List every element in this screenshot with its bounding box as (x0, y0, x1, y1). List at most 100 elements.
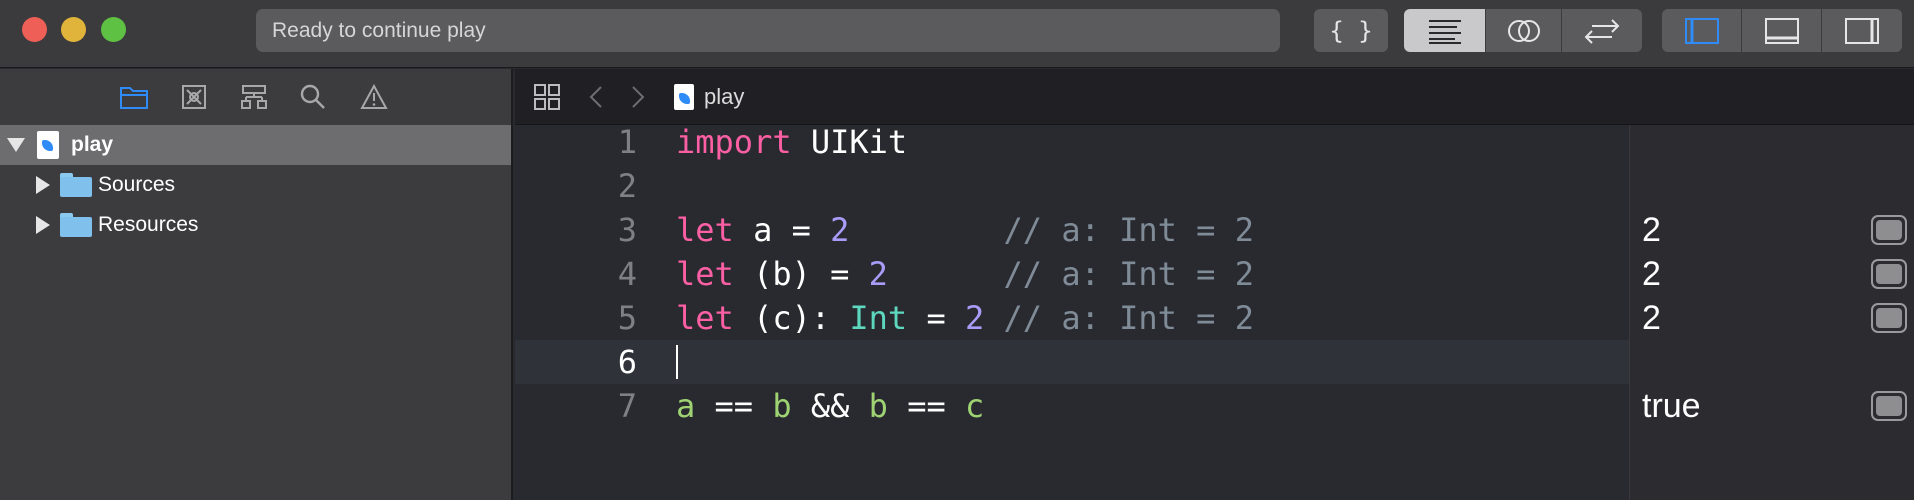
debug-area-toggle-button[interactable] (1742, 9, 1822, 52)
line-number: 2 (617, 167, 637, 205)
chevron-right-icon (632, 85, 645, 108)
jump-bar-title: play (704, 83, 745, 109)
code-token-num: 2 (830, 211, 850, 249)
minimize-window-button[interactable] (61, 17, 86, 42)
disclosure-collapsed-icon[interactable] (36, 176, 50, 194)
code-text: import UIKit (676, 120, 907, 164)
tree-item-resources[interactable]: Resources (0, 205, 511, 245)
code-token-num: 2 (868, 255, 888, 293)
tree-item-label: Resources (98, 213, 199, 236)
tree-item-label: Sources (98, 173, 176, 196)
result-value: 2 (1642, 299, 1661, 337)
tree-item-sources[interactable]: Sources (0, 165, 511, 205)
activity-status-bar: Ready to continue play (256, 9, 1280, 52)
quick-look-button[interactable] (1871, 259, 1907, 289)
version-editor-icon (1584, 18, 1620, 44)
jump-bar-file[interactable]: play (674, 83, 745, 110)
tab-issue-navigator[interactable] (358, 81, 390, 113)
result-value: 2 (1642, 211, 1661, 249)
code-token-var: b (772, 387, 792, 425)
assistant-editor-icon (1507, 19, 1540, 42)
find-navigator-icon (300, 84, 325, 109)
line-number: 7 (617, 387, 637, 425)
folder-icon (60, 173, 92, 197)
debug-area-toggle-icon (1764, 17, 1799, 44)
code-line[interactable]: 4 let (b) = 2 // a: Int = 2 (515, 252, 1629, 296)
code-token-plain: UIKit (791, 123, 908, 161)
version-editor-button[interactable] (1562, 9, 1642, 52)
xcode-window: Ready to continue play { } play Sources … (0, 0, 1914, 500)
zoom-window-button[interactable] (101, 17, 126, 42)
tab-source-control[interactable] (178, 81, 210, 113)
quick-look-button[interactable] (1871, 303, 1907, 333)
code-token-kw: let (676, 255, 734, 293)
related-items-button[interactable] (532, 82, 562, 112)
chevron-left-icon (589, 85, 602, 108)
inspector-toggle-icon (1845, 17, 1879, 44)
result-row: 2 (1630, 296, 1914, 340)
tab-find-navigator[interactable] (297, 81, 329, 113)
tab-symbol-navigator[interactable] (238, 81, 270, 113)
code-line[interactable]: 6 (515, 340, 1629, 384)
code-line[interactable]: 5 let (c): Int = 2 // a: Int = 2 (515, 296, 1629, 340)
standard-editor-button[interactable] (1404, 9, 1486, 52)
tab-project-navigator[interactable] (118, 81, 150, 113)
line-number: 3 (617, 211, 637, 249)
code-text: a == b && b == c (676, 384, 984, 428)
quick-look-icon (1876, 264, 1902, 284)
folder-icon (60, 213, 92, 237)
editor-mode-group (1404, 9, 1642, 52)
library-button[interactable]: { } (1314, 9, 1388, 52)
navigator-toggle-button[interactable] (1662, 9, 1742, 52)
code-line[interactable]: 1 import UIKit (515, 120, 1629, 164)
code-token-type: Int (849, 299, 908, 337)
text-cursor (676, 345, 678, 379)
code-token-var: c (964, 387, 985, 425)
issue-navigator-icon (360, 84, 388, 109)
code-line[interactable]: 3 let a = 2 // a: Int = 2 (515, 208, 1629, 252)
quick-look-button[interactable] (1871, 391, 1907, 421)
disclosure-expanded-icon[interactable] (7, 138, 25, 152)
code-line[interactable]: 7 a == b && b == c (515, 384, 1629, 428)
code-token-plain: && (791, 387, 869, 425)
quick-look-icon (1876, 396, 1902, 416)
code-text: let a = 2 // a: Int = 2 (676, 208, 1254, 252)
project-navigator-icon (120, 87, 148, 109)
code-token-plain: == (887, 387, 965, 425)
panel-toggle-group (1662, 9, 1902, 52)
tree-item-label: play (71, 133, 114, 156)
close-window-button[interactable] (22, 17, 47, 42)
library-braces-icon: { } (1329, 16, 1373, 45)
swift-playground-file-icon (37, 131, 59, 159)
code-token-num: 2 (964, 299, 985, 337)
code-line[interactable]: 2 (515, 164, 1629, 208)
disclosure-collapsed-icon[interactable] (36, 216, 50, 234)
quick-look-button[interactable] (1871, 215, 1907, 245)
code-token-var: a (676, 387, 696, 425)
code-text: let (c): Int = 2 // a: Int = 2 (676, 296, 1254, 340)
inspector-toggle-button[interactable] (1822, 9, 1902, 52)
code-token-kw: let (676, 299, 734, 337)
source-control-icon (182, 85, 206, 109)
result-value: true (1642, 387, 1701, 425)
forward-button[interactable] (628, 82, 648, 112)
quick-look-icon (1876, 308, 1902, 328)
code-area[interactable]: 1 import UIKit 2 3 let a = 2 // a: Int = 2 4 l… (515, 123, 1629, 500)
code-text: let (b) = 2 // a: Int = 2 (676, 252, 1254, 296)
result-row: 2 (1630, 208, 1914, 252)
result-row: 2 (1630, 252, 1914, 296)
back-button[interactable] (586, 82, 606, 112)
code-token-var: b (868, 387, 888, 425)
result-value: 2 (1642, 255, 1661, 293)
assistant-editor-button[interactable] (1486, 9, 1562, 52)
jump-bar: play (515, 69, 1914, 125)
tree-item-play[interactable]: play (0, 125, 511, 165)
title-bar: Ready to continue play { } (0, 0, 1914, 68)
code-token-kw: let (676, 211, 734, 249)
code-token-kw: import (676, 123, 792, 161)
line-number: 6 (617, 343, 637, 381)
code-token-cmt: // a: Int = 2 (1003, 299, 1254, 337)
